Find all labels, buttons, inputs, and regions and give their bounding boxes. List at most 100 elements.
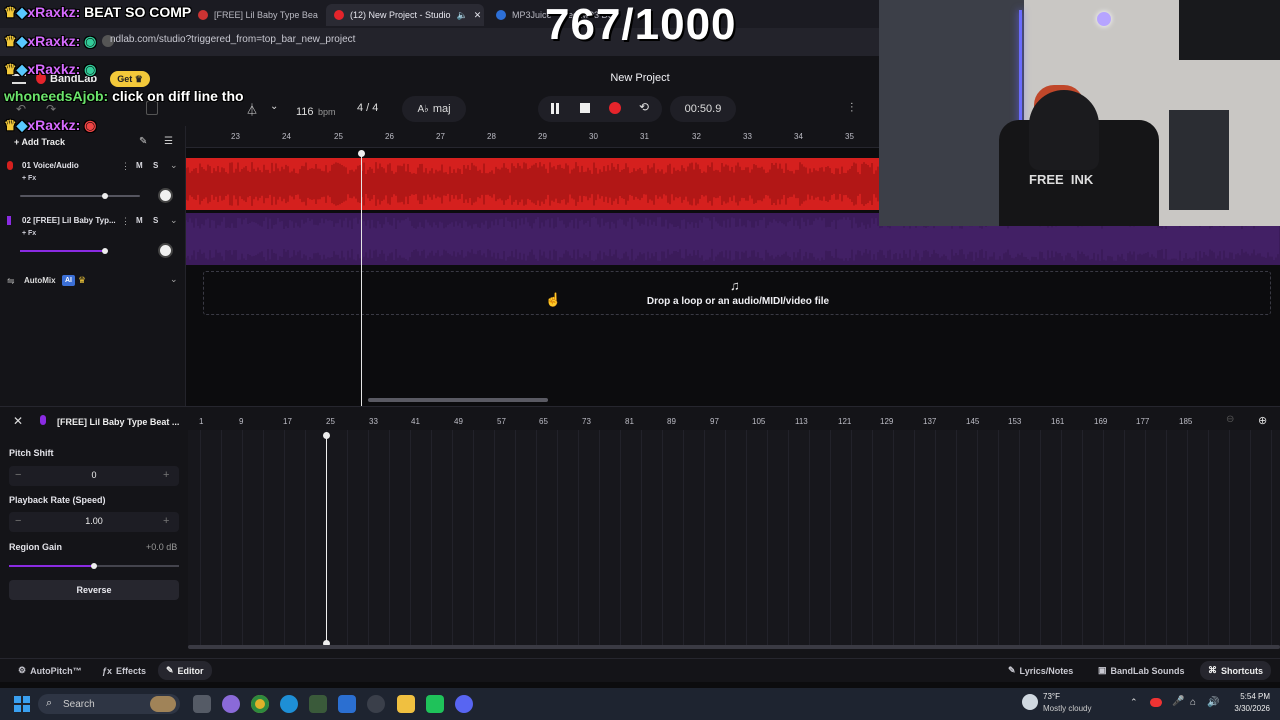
editor-grid[interactable] <box>188 430 1280 648</box>
chevron-down-icon[interactable]: ⌄ <box>170 160 178 171</box>
browser-tab[interactable]: [FREE] Lil Baby Type Beat ✕ <box>190 4 318 26</box>
playback-rate-value[interactable]: 1.00 <box>79 516 109 526</box>
track-more-icon[interactable]: ⋮ <box>121 161 130 172</box>
grid-line <box>1040 430 1041 648</box>
pen-tool-icon[interactable]: ✎ <box>139 136 147 147</box>
loop-icon[interactable]: ⟲ <box>639 100 649 114</box>
undo-icon[interactable]: ↶ <box>16 102 26 116</box>
playback-rate-stepper[interactable]: − 1.00 + <box>9 512 179 532</box>
increment-button[interactable]: + <box>163 469 169 481</box>
pan-knob[interactable] <box>158 243 173 258</box>
file-explorer-icon[interactable] <box>397 695 415 713</box>
close-editor-icon[interactable]: ✕ <box>13 414 23 428</box>
copilot-icon[interactable] <box>222 695 240 713</box>
autopitch-button[interactable]: ⚙ AutoPitch™ <box>10 661 90 680</box>
decrement-button[interactable]: − <box>15 469 21 481</box>
speaker-icon[interactable]: 🔈 <box>457 10 468 21</box>
ruler-tick: 26 <box>385 132 394 141</box>
pause-icon[interactable] <box>551 103 554 114</box>
pitch-shift-value[interactable]: 0 <box>89 470 99 480</box>
microphone-icon[interactable]: 🎤 <box>1172 696 1184 707</box>
url-field[interactable]: ndlab.com/studio?triggered_from=top_bar_… <box>110 34 355 45</box>
browser-tab-active[interactable]: (12) New Project - Studio 🔈 ✕ <box>326 4 484 26</box>
mixer-icon[interactable]: ⫶ <box>850 100 853 116</box>
track-settings-icon[interactable]: ☰ <box>164 136 173 147</box>
shortcuts-button[interactable]: ⌘ Shortcuts <box>1200 661 1272 680</box>
playhead-handle[interactable] <box>358 150 365 157</box>
add-track-button[interactable]: + Add Track <box>14 137 65 147</box>
volume-handle[interactable] <box>102 193 108 199</box>
windows-start-icon[interactable] <box>14 696 30 712</box>
zoom-in-icon[interactable]: ⊕ <box>1258 414 1267 427</box>
timeline-scrollbar[interactable] <box>368 398 548 402</box>
mute-button[interactable]: M <box>136 161 143 170</box>
chevron-down-icon[interactable]: ⌄ <box>270 101 278 112</box>
chevron-down-icon[interactable]: ⌄ <box>170 215 178 226</box>
grid-line <box>1061 430 1062 648</box>
editor-playhead[interactable] <box>326 434 327 644</box>
get-membership-button[interactable]: Get ♛ <box>110 71 150 87</box>
chevron-up-icon[interactable]: ⌃ <box>1130 697 1138 708</box>
bandlab-sounds-button[interactable]: ▣ BandLab Sounds <box>1090 661 1193 680</box>
ruler-tick: 153 <box>1008 417 1022 426</box>
key-button[interactable]: A♭ maj <box>402 96 466 122</box>
clock-date[interactable]: 3/30/2026 <box>1222 704 1270 713</box>
decrement-button[interactable]: − <box>15 515 21 527</box>
automix-label[interactable]: AutoMix <box>24 276 56 285</box>
volume-slider[interactable] <box>20 250 106 252</box>
pan-knob[interactable] <box>158 188 173 203</box>
voice-audio-region[interactable] <box>186 158 880 210</box>
mute-button[interactable]: M <box>136 216 143 225</box>
track-header-voice[interactable]: 01 Voice/Audio ⋮ M S ⌄ + Fx <box>0 156 186 210</box>
edge-icon[interactable] <box>280 695 298 713</box>
region-gain-handle[interactable] <box>91 563 97 569</box>
increment-button[interactable]: + <box>163 515 169 527</box>
taskbar-search[interactable]: ⌕ Search <box>38 694 180 714</box>
solo-button[interactable]: S <box>153 216 158 225</box>
track-header-beat[interactable]: 02 [FREE] Lil Baby Typ... ⋮ M S ⌄ + Fx <box>0 211 186 265</box>
task-view-icon[interactable] <box>193 695 211 713</box>
clock-time[interactable]: 5:54 PM <box>1232 692 1270 701</box>
app-icon[interactable] <box>309 695 327 713</box>
tempo-display[interactable]: 116 bpm <box>296 102 336 120</box>
close-tab-icon[interactable]: ✕ <box>474 10 482 21</box>
app-icon[interactable] <box>426 695 444 713</box>
add-fx-button[interactable]: + Fx <box>22 230 36 237</box>
zoom-out-icon[interactable]: ⊖ <box>1226 414 1234 425</box>
volume-icon[interactable]: 🔊 <box>1207 697 1219 708</box>
chat-line: whoneedsAjob: click on diff line tho <box>4 88 244 104</box>
stop-icon[interactable] <box>580 103 590 113</box>
track-more-icon[interactable]: ⋮ <box>121 216 130 227</box>
pitch-shift-stepper[interactable]: − 0 + <box>9 466 179 486</box>
weather-icon[interactable] <box>1022 694 1038 710</box>
solo-button[interactable]: S <box>153 161 158 170</box>
record-icon[interactable] <box>609 102 621 114</box>
playhead[interactable] <box>361 152 362 406</box>
editor-ruler[interactable]: 1 9 17 25 33 41 49 57 65 73 81 89 97 105… <box>188 410 1228 430</box>
grid-line <box>221 430 222 648</box>
reverse-button[interactable]: Reverse <box>9 580 179 600</box>
volume-handle[interactable] <box>102 248 108 254</box>
network-icon[interactable]: ⌂ <box>1190 697 1196 708</box>
track-name[interactable]: 02 [FREE] Lil Baby Typ... <box>22 216 116 225</box>
store-icon[interactable] <box>338 695 356 713</box>
grid-line <box>1103 430 1104 648</box>
app-icon[interactable] <box>367 695 385 713</box>
editor-scrollbar[interactable] <box>188 645 1280 649</box>
redo-icon[interactable]: ↷ <box>46 102 56 116</box>
project-title[interactable]: New Project <box>560 72 720 84</box>
lyrics-notes-button[interactable]: ✎ Lyrics/Notes <box>1000 661 1081 680</box>
add-fx-button[interactable]: + Fx <box>22 175 36 182</box>
track-name[interactable]: 01 Voice/Audio <box>22 161 79 170</box>
discord-icon[interactable] <box>455 695 473 713</box>
playhead-handle[interactable] <box>323 432 330 439</box>
chrome-icon[interactable] <box>251 695 269 713</box>
volume-slider[interactable] <box>20 195 140 197</box>
editor-button[interactable]: ✎ Editor <box>158 661 212 680</box>
metronome-icon[interactable]: ⏃ <box>246 101 258 118</box>
ruler-tick: 121 <box>838 417 852 426</box>
time-signature[interactable]: 4 / 4 <box>357 102 378 114</box>
chevron-down-icon[interactable]: ⌄ <box>170 274 178 285</box>
effects-button[interactable]: ƒx Effects <box>94 661 154 680</box>
tray-app-icon[interactable] <box>1150 698 1162 707</box>
